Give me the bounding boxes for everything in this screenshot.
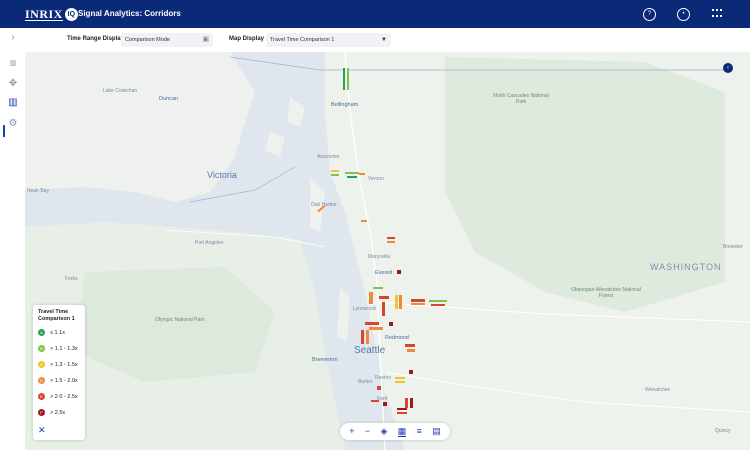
help-icon[interactable]: ? [643, 8, 656, 21]
sidebar: › ▥ ✥ ▥ ⚙ [0, 28, 26, 450]
label-kent: Kent [377, 396, 388, 402]
label-redmond: Redmond [385, 335, 409, 341]
brand-badge: IQ [64, 7, 78, 21]
chart-view-icon[interactable]: ▤ [432, 427, 441, 436]
list-view-icon[interactable]: ≡ [417, 427, 422, 436]
legend-item: A ≤ 1.1x [38, 329, 65, 336]
legend-label: > 1.1 - 1.3x [50, 345, 78, 352]
zoom-in-icon[interactable]: + [349, 427, 354, 436]
label-burien: Burien [358, 379, 373, 385]
active-indicator [3, 125, 5, 137]
top-bar: INRIX IQ Signal Analytics: Corridors ? • [0, 0, 750, 28]
label-quincy: Quincy [715, 428, 731, 434]
legend-dot-a: A [38, 329, 45, 336]
label-renton: Renton [375, 375, 392, 381]
map-display-select[interactable]: Travel Time Comparison 1 ▼ [266, 33, 391, 47]
label-duncan: Duncan [159, 96, 178, 102]
map-canvas[interactable]: Lake Cowichan Duncan Bellingham North Ca… [25, 52, 750, 450]
legend-item: E > 2.0 - 2.5x [38, 393, 78, 400]
legend-close-icon[interactable]: ✕ [38, 426, 46, 435]
label-lynnwood: Lynnwood [353, 306, 376, 312]
layers-icon[interactable]: ◈ [380, 427, 387, 436]
legend-label: > 2.0 - 2.5x [50, 393, 78, 400]
label-lake-cowichan: Lake Cowichan [103, 88, 138, 94]
time-range-select[interactable]: Comparison Mode ▣ [121, 33, 213, 47]
label-seattle: Seattle [354, 345, 386, 356]
label-forks: Forks [65, 276, 78, 282]
legend-label: > 2.5x [50, 409, 66, 416]
label-port-angeles: Port Angeles [195, 240, 224, 246]
legend-item: F > 2.5x [38, 409, 65, 416]
crosshair-icon[interactable]: ✥ [7, 78, 19, 90]
collapse-panel-button[interactable]: ‹ [723, 63, 733, 73]
controls-bar: Time Range Display Comparison Mode ▣ Map… [25, 28, 750, 53]
calendar-icon: ▣ [202, 36, 209, 43]
time-range-value: Comparison Mode [125, 37, 170, 43]
time-range-label: Time Range Display [67, 36, 124, 42]
label-neah-bay: Neah Bay [27, 188, 49, 194]
label-brewster: Brewster [723, 244, 743, 250]
chevron-right-icon[interactable]: › [7, 32, 19, 44]
legend-item: D > 1.5 - 2.0x [38, 377, 78, 384]
legend-item: B > 1.1 - 1.3x [38, 345, 78, 352]
map-display-value: Travel Time Comparison 1 [270, 37, 335, 43]
legend-label: > 1.3 - 1.5x [50, 361, 78, 368]
legend-dot-f: F [38, 409, 45, 416]
legend-label: ≤ 1.1x [50, 329, 65, 336]
label-olympic: Olympic National Park [155, 317, 205, 323]
apps-grid-icon[interactable] [712, 9, 724, 19]
legend-title: Travel Time Comparison 1 [38, 309, 75, 322]
map-display-label: Map Display [229, 36, 265, 42]
label-washington: WASHINGTON [650, 262, 722, 272]
legend-dot-b: B [38, 345, 45, 352]
zoom-out-icon[interactable]: − [365, 427, 370, 436]
chevron-down-icon: ▼ [381, 37, 387, 43]
map-base-svg [25, 52, 750, 450]
columns-icon[interactable]: ▥ [7, 97, 19, 109]
label-vernon: Vernon [368, 176, 384, 182]
legend-label: > 1.5 - 2.0x [50, 377, 78, 384]
label-marysville: Marysville [368, 254, 391, 260]
label-north-cascades: North Cascades National Park [493, 93, 549, 105]
map-pin-icon[interactable]: ▥ [7, 58, 19, 70]
legend-dot-c: C [38, 361, 45, 368]
inrix-logo[interactable]: INRIX IQ [25, 7, 78, 21]
label-okanogan: Okanogan-Wenatchee National Forest [571, 287, 641, 299]
map-toolbar: + − ◈ ▦ ≡ ▤ [340, 423, 450, 440]
user-avatar-icon[interactable]: • [677, 8, 690, 21]
label-bremerton: Bremerton [312, 357, 338, 363]
brand-name: INRIX [25, 6, 63, 21]
legend-dot-e: E [38, 393, 45, 400]
label-victoria: Victoria [207, 170, 237, 180]
map-view-icon[interactable]: ▦ [397, 426, 407, 437]
label-anacortes: Anacortes [317, 154, 340, 160]
map-legend: Travel Time Comparison 1 A ≤ 1.1x B > 1.… [33, 305, 85, 440]
legend-dot-d: D [38, 377, 45, 384]
label-oak-harbor: Oak Harbor [311, 202, 337, 208]
legend-item: C > 1.3 - 1.5x [38, 361, 78, 368]
label-everett: Everett [375, 270, 393, 276]
label-wenatchee: Wenatchee [645, 387, 671, 393]
app-title: Signal Analytics: Corridors [78, 9, 181, 18]
label-bellingham: Bellingham [331, 102, 359, 108]
gear-icon[interactable]: ⚙ [7, 118, 19, 130]
